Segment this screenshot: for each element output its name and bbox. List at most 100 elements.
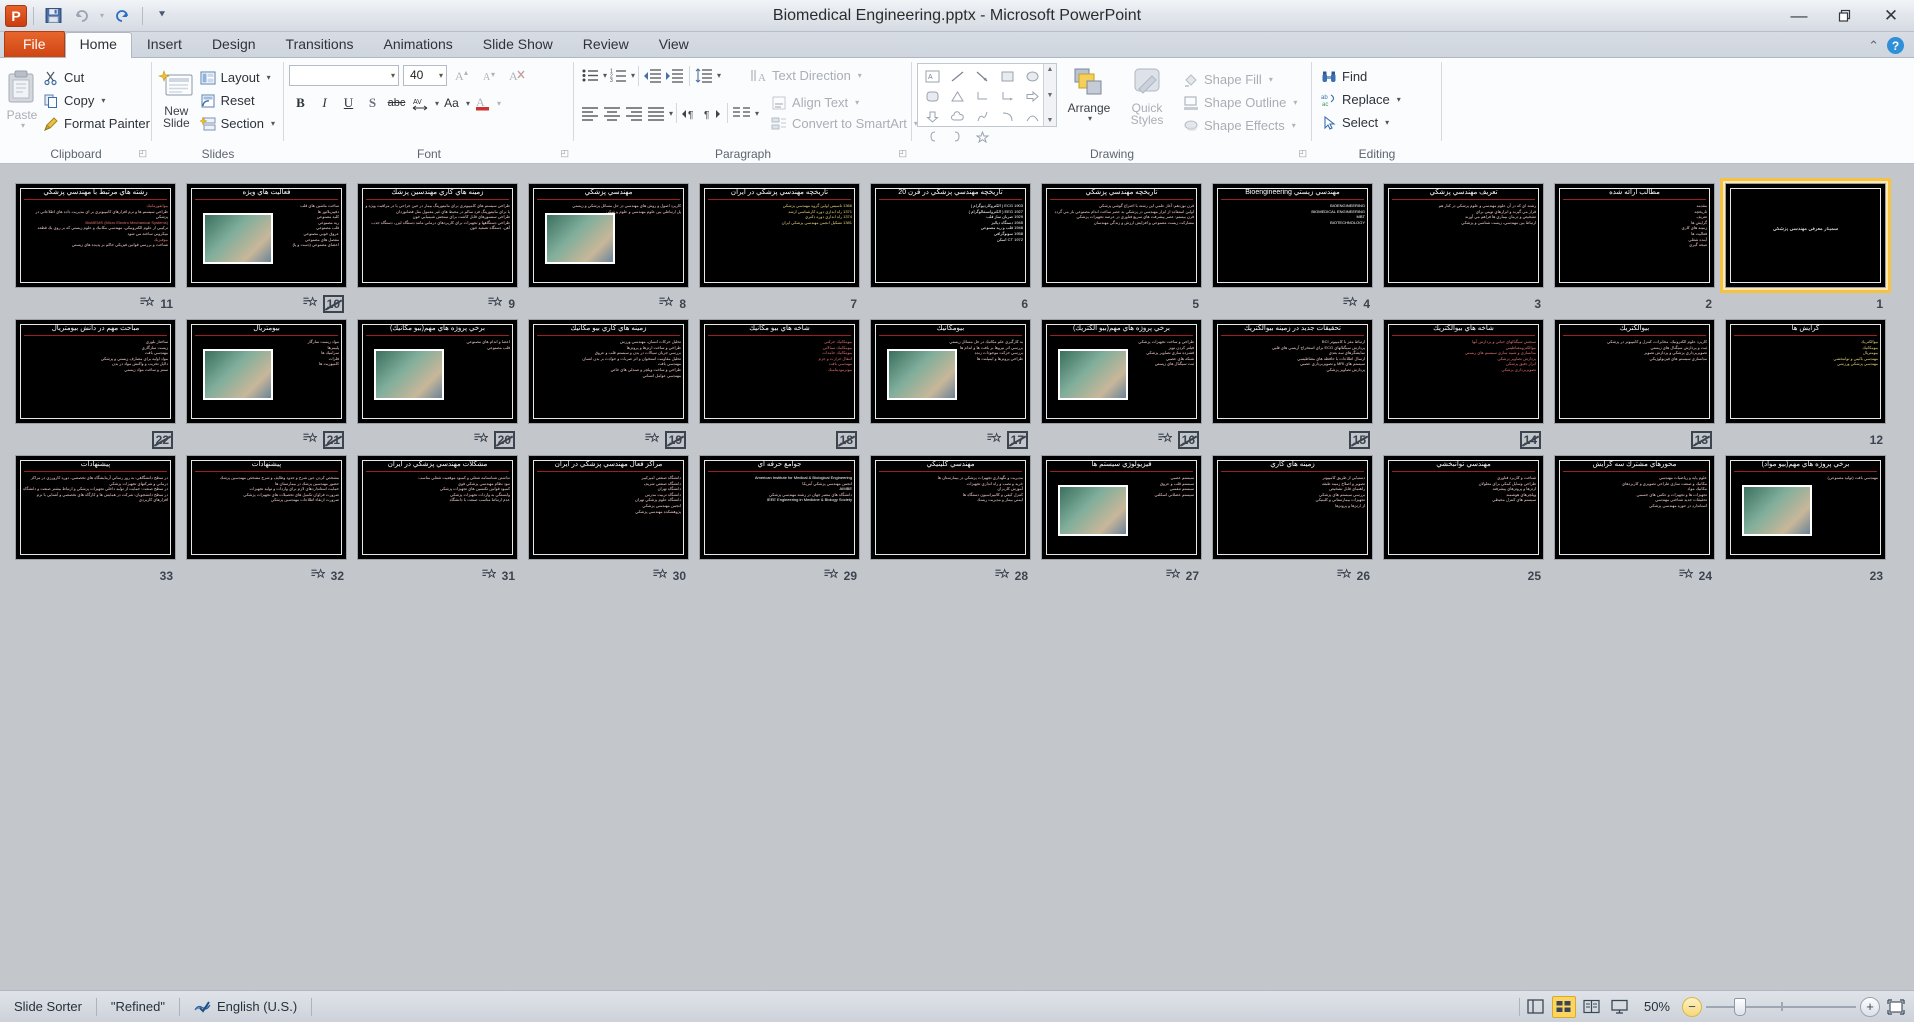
align-left-button[interactable] [579,103,601,124]
tab-animations[interactable]: Animations [368,32,467,57]
bold-button[interactable]: B [289,92,312,114]
minimize-ribbon-icon[interactable]: ⌃ [1868,38,1879,54]
replace-button[interactable]: ab ac Replace ▾ [1317,88,1405,111]
select-button[interactable]: Select ▾ [1317,111,1405,134]
font-name-caret-icon[interactable]: ▾ [391,71,395,80]
redo-icon[interactable] [110,4,136,28]
layout-dropdown-caret-icon[interactable]: ▾ [267,73,271,82]
slide-cell[interactable]: مشكلات مهندسي پزشكي در ايران نداشتن شناسن… [352,450,523,586]
animation-star-icon[interactable] [987,431,1002,448]
shape-fill-button[interactable]: Shape Fill ▾ [1179,68,1301,91]
theme-name[interactable]: "Refined" [97,997,179,1017]
animation-star-icon[interactable] [1158,431,1173,448]
shape-freeform-icon[interactable] [970,106,995,126]
quick-access-toolbar[interactable]: P ▾ ⯆ [0,0,175,31]
slide-thumbnail[interactable]: تاريخچه مهندسي پزشكي در قرن 20 1903 ECG (… [865,178,1036,293]
cut-button[interactable]: Cut [39,66,154,89]
slide-cell[interactable]: فعاليت هاي ويژه ساخت ماشين هاي قلب دفيبريل… [181,178,352,314]
tab-design[interactable]: Design [197,32,271,57]
slide-thumbnail[interactable]: مباحث مهم در دانش بيومتريال ساختار بلوري ز… [10,314,181,429]
shape-elbow-arrow-connector-icon[interactable] [995,86,1020,106]
slide-thumbnail[interactable]: بيوالكتريك كاربرد علوم الكترونيك، مخابرات… [1549,314,1720,429]
shape-oval-icon[interactable] [1020,66,1045,86]
justify-button[interactable] [645,103,667,124]
shape-star-icon[interactable] [970,126,995,146]
help-icon[interactable]: ? [1887,37,1904,54]
slide-thumbnail[interactable]: زمينه هاي كاري مهندسين پزشك طراحي سيستم ه… [352,178,523,293]
zoom-slider-handle[interactable] [1734,997,1746,1016]
align-right-button[interactable] [623,103,645,124]
tab-slide-show[interactable]: Slide Show [468,32,568,57]
underline-button[interactable]: U [337,92,360,114]
animation-star-icon[interactable] [1337,567,1352,584]
slide-thumbnail[interactable]: جوامع حرفه اي American Institute for Medi… [694,450,865,565]
slide-cell[interactable]: مهندسي كلينيكي مديريت و نگهداري تجهيزات پ… [865,450,1036,586]
change-case-caret-icon[interactable]: ▾ [466,99,470,108]
copy-button[interactable]: Copy ▾ [39,89,154,112]
slide-cell[interactable]: رشته هاي مرتبط با مهندسي پزشكي بيوانفورما… [10,178,181,314]
slide-thumbnail[interactable]: برخي پروژه هاي مهم(بيو مكانيك) اعضا و اند… [352,314,523,429]
shapes-gallery-scrollbar[interactable]: ▲ ▼ ▼ [1043,64,1056,126]
animation-star-icon[interactable] [311,567,326,584]
text-direction-button[interactable]: A Text Direction ▾ [747,64,866,87]
slide-thumbnail-selected[interactable]: سمينار معرفي مهندسي پزشكي [1720,178,1891,293]
slide-cell[interactable]: پيشنهادات مشخص كردن عين شرح و حدود وظايف … [181,450,352,586]
slide-cell[interactable]: مراكز فعال مهندسي پزشكي در ايران دانشگاه … [523,450,694,586]
bullets-button[interactable] [579,65,601,86]
slide-thumbnail[interactable]: فعاليت هاي ويژه ساخت ماشين هاي قلب دفيبريل… [181,178,352,293]
tab-transitions[interactable]: Transitions [271,32,369,57]
normal-view-button[interactable] [1524,996,1548,1018]
shapes-gallery[interactable]: A ▲ ▼ ▼ [917,63,1057,143]
slide-thumbnail[interactable]: برخي پروژه هاي مهم(بيو مواد) مهندسي بافت … [1720,450,1891,565]
slide-cell[interactable]: مهندسي زيستي Bioengineering BIOENGINEERIN… [1207,178,1378,314]
animation-star-icon[interactable] [303,295,318,312]
arrange-caret-icon[interactable]: ▾ [1088,114,1092,123]
slide-thumbnail[interactable]: تعريف مهندسي پزشكي رشته اي كه در آن علوم … [1378,178,1549,293]
slide-cell[interactable]: مباحث مهم در دانش بيومتريال ساختار بلوري ز… [10,314,181,450]
section-button[interactable]: Section ▾ [196,112,279,135]
font-color-caret-icon[interactable]: ▾ [497,99,501,108]
slide-cell[interactable]: سمينار معرفي مهندسي پزشكي 1 [1720,178,1891,314]
quick-styles-button[interactable]: Quick Styles [1121,65,1173,126]
shapes-more-icon[interactable]: ▼ [1047,117,1054,124]
slide-cell[interactable]: تاريخچه مهندسي پزشكي در قرن 20 1903 ECG (… [865,178,1036,314]
slide-thumbnail[interactable]: شاخه هاي بيوالكتريك سنجش سيگنالهاي حياتي … [1378,314,1549,429]
shape-outline-caret-icon[interactable]: ▾ [1293,98,1297,107]
save-icon[interactable] [40,4,66,28]
minimize-button[interactable]: — [1776,0,1822,32]
animation-star-icon[interactable] [645,431,660,448]
shape-down-arrow-icon[interactable] [920,106,945,126]
slide-cell[interactable]: زمينه هاي كاري دستيابي از طريق كامپيوتر تص… [1207,450,1378,586]
animation-star-icon[interactable] [1166,567,1181,584]
slide-thumbnail[interactable]: مهندسي پزشكي كاربرد اصول و روش هاي مهندسي… [523,178,694,293]
justify-caret-icon[interactable]: ▾ [669,109,673,118]
slide-show-view-button[interactable] [1608,996,1632,1018]
animation-star-icon[interactable] [1343,295,1359,312]
slide-sorter-view-button[interactable] [1551,995,1576,1018]
strikethrough-button[interactable]: abc [385,92,408,114]
slide-cell[interactable]: زمينه هاي كاري مهندسين پزشك طراحي سيستم ه… [352,178,523,314]
numbering-button[interactable]: 123 [607,65,629,86]
slide-thumbnail[interactable]: تحقيقات جديد در زمينه بيوالكتريك ارتباط م… [1207,314,1378,429]
slide-cell[interactable]: فيزيولوژي سيستم ها سيستم عصبي سيستم قلب و … [1036,450,1207,586]
animation-star-icon[interactable] [474,431,489,448]
line-spacing-button[interactable] [693,65,715,86]
slide-cell[interactable]: برخي پروژه هاي مهم(بيو الكتريك) طراحي و س… [1036,314,1207,450]
slide-thumbnail[interactable]: مهندسي كلينيكي مديريت و نگهداري تجهيزات پ… [865,450,1036,565]
customize-quick-access-icon[interactable]: ⯆ [149,4,175,28]
animation-star-icon[interactable] [824,567,839,584]
text-shadow-button[interactable]: S [361,92,384,114]
arrange-button[interactable]: Arrange ▾ [1063,65,1115,123]
shape-cloud-icon[interactable] [945,106,970,126]
language-status[interactable]: English (U.S.) [180,997,311,1017]
clipboard-dialog-launcher[interactable]: ◰ [138,148,147,159]
reading-view-button[interactable] [1580,996,1604,1018]
slide-thumbnail[interactable]: تاريخچه مهندسي پزشكي قرن نوزدهم: آغاز علم… [1036,178,1207,293]
font-dialog-launcher[interactable]: ◰ [560,148,569,159]
slide-thumbnail[interactable]: رشته هاي مرتبط با مهندسي پزشكي بيوانفورما… [10,178,181,293]
copy-dropdown-caret-icon[interactable]: ▾ [101,96,105,105]
slide-thumbnail[interactable]: گرايش ها بيوالكتريك بيومكانيك بيومتريال مهند… [1720,314,1891,429]
slide-cell[interactable]: برخي پروژه هاي مهم(بيو مواد) مهندسي بافت … [1720,450,1891,586]
fit-slide-to-window-button[interactable] [1884,996,1908,1018]
shape-curve-icon[interactable] [1020,106,1045,126]
